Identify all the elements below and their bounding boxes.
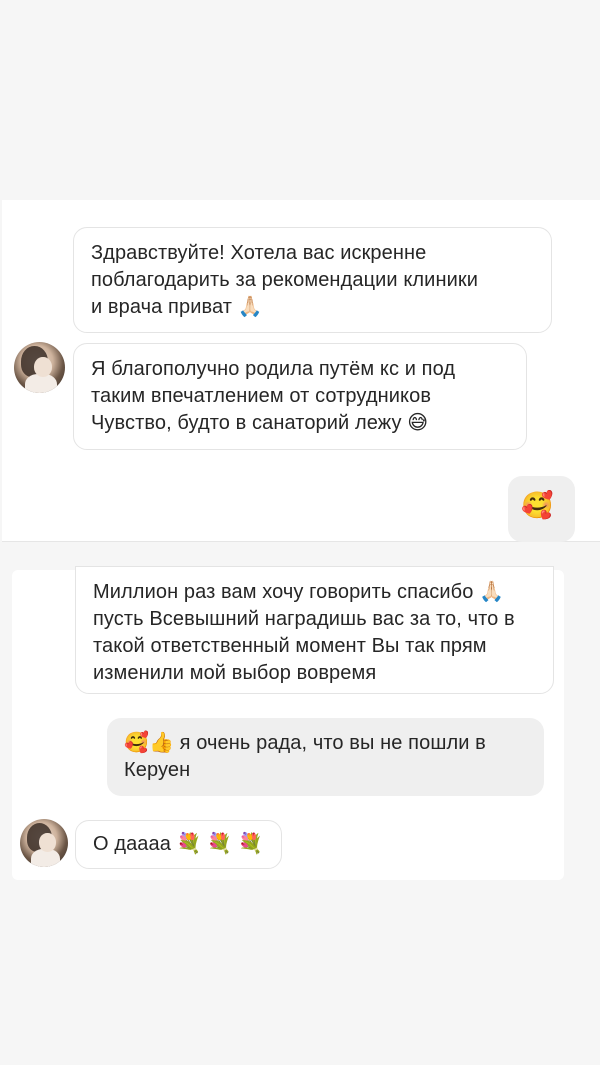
outgoing-message[interactable]: 🥰👍 я очень рада, что вы не пошли в Керуе… bbox=[107, 718, 544, 796]
contact-avatar[interactable] bbox=[14, 342, 65, 393]
contact-avatar[interactable] bbox=[20, 819, 68, 867]
outgoing-message[interactable]: 🥰 bbox=[508, 476, 575, 542]
incoming-message[interactable]: Миллион раз вам хочу говорить спасибо 🙏🏻… bbox=[75, 566, 554, 694]
incoming-message[interactable]: О даааа 💐 💐 💐 bbox=[75, 820, 282, 869]
incoming-message[interactable]: Я благополучно родила путём кс и под так… bbox=[73, 343, 527, 450]
incoming-message[interactable]: Здравствуйте! Хотела вас искренне поблаг… bbox=[73, 227, 552, 333]
